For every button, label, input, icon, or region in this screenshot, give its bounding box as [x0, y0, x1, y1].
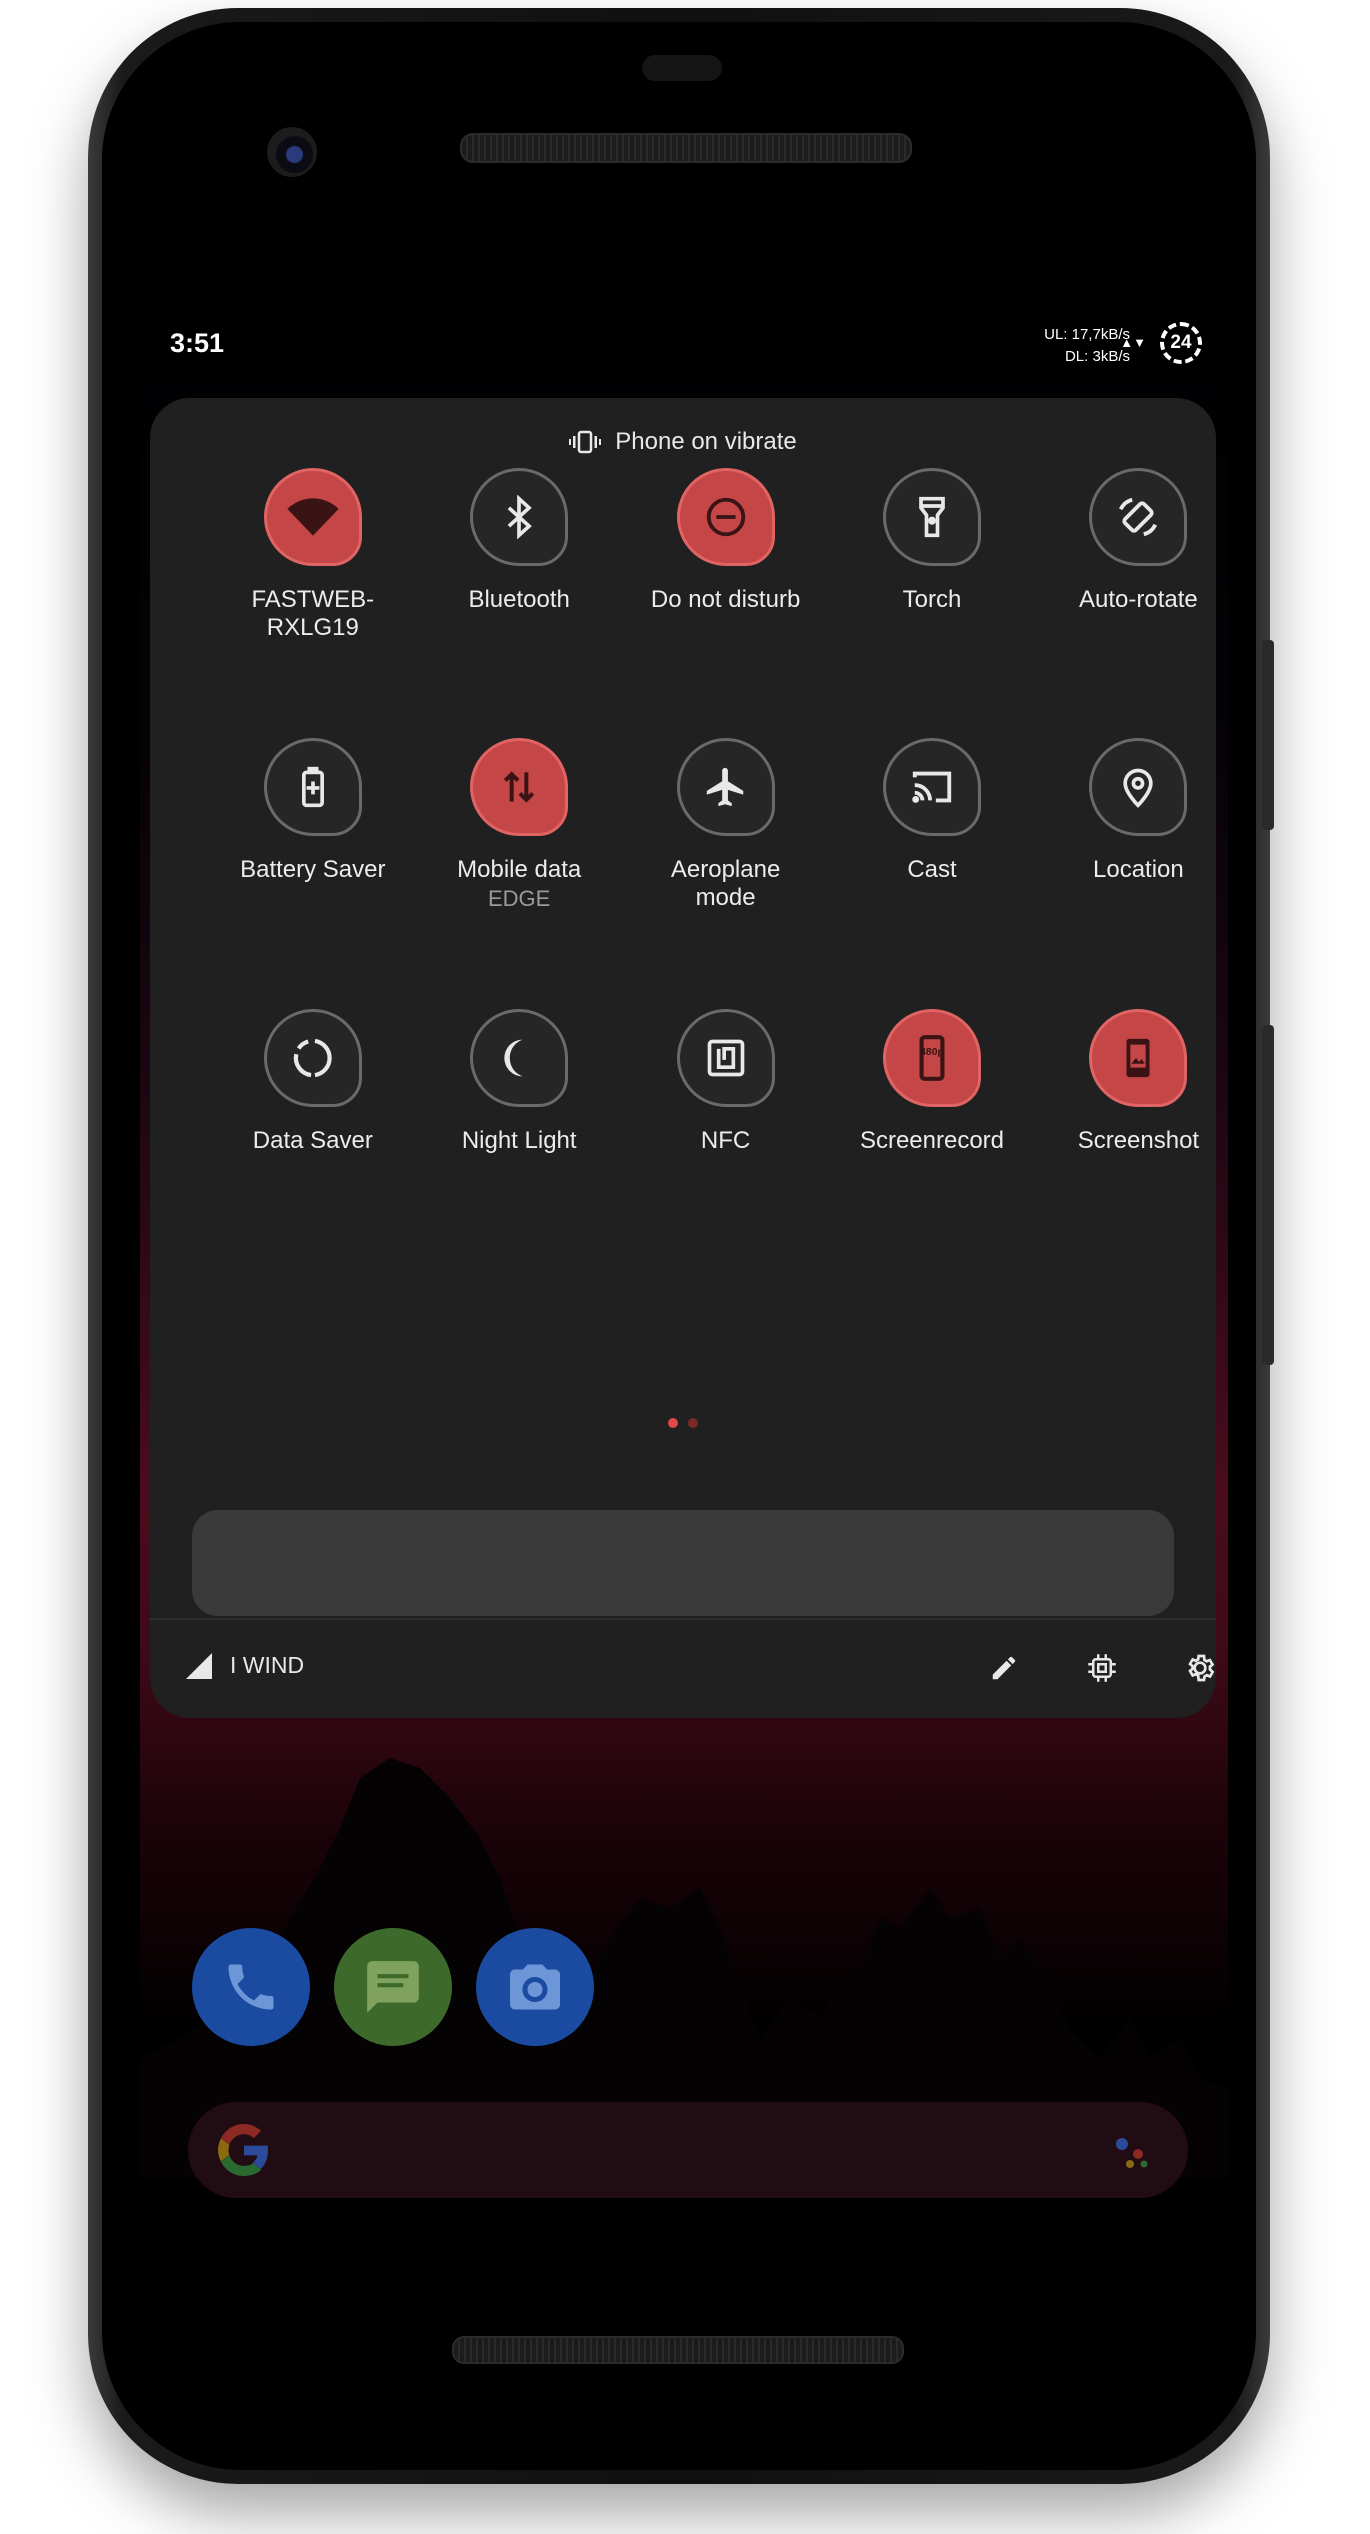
tile-screenrecord[interactable]: 480p Screenrecord [832, 1008, 1032, 1155]
carrier-label: I WIND [230, 1652, 305, 1678]
tile-battery-saver[interactable]: Battery Saver [213, 738, 413, 884]
tile-do-not-disturb[interactable]: Do not disturb [626, 468, 826, 614]
tile-label: Aeroplane mode [670, 856, 781, 912]
data-saver-toggle[interactable] [263, 1008, 362, 1107]
airplane-toggle[interactable] [676, 738, 775, 837]
volume-button [1262, 1025, 1274, 1365]
tile-label: Night Light [461, 1126, 577, 1154]
upload-speed: UL: 17,7kB/s [1044, 326, 1130, 343]
tile-label: Battery Saver [240, 856, 386, 884]
svg-text:480p: 480p [920, 1047, 944, 1058]
tile-label: Cast [907, 856, 957, 884]
footer-divider [150, 1618, 1216, 1620]
bluetooth-toggle[interactable] [470, 468, 569, 566]
nfc-icon [704, 1036, 748, 1080]
tile-nfc[interactable]: NFC [626, 1008, 826, 1155]
panel-footer: I WIND [150, 1618, 1216, 1718]
battery-indicator: 24 [1160, 322, 1202, 364]
screenshot-icon [1115, 1035, 1161, 1081]
tile-sublabel: EDGE [488, 886, 551, 912]
tile-label: Do not disturb [650, 586, 801, 613]
night-light-icon [497, 1036, 541, 1080]
tile-mobile-data[interactable]: Mobile data EDGE [419, 738, 619, 914]
tile-label: FASTWEB- RXLG19 [251, 586, 375, 641]
bottom-speaker [452, 2336, 904, 2364]
search-bar[interactable] [188, 2102, 1188, 2198]
google-logo-icon [218, 2124, 270, 2185]
ringer-mode[interactable]: Phone on vibrate [150, 428, 1216, 456]
camera-app-icon[interactable] [476, 1928, 594, 2046]
page-indicator [150, 1418, 1216, 1428]
torch-toggle[interactable] [883, 468, 981, 566]
tile-label: Bluetooth [468, 586, 570, 613]
wifi-toggle[interactable] [263, 468, 362, 566]
network-speed: UL: 17,7kB/s DL: 3kB/s [1044, 324, 1130, 368]
download-speed: DL: 3kB/s [1064, 348, 1130, 365]
wifi-icon [285, 489, 341, 545]
screenshot-toggle[interactable] [1089, 1008, 1188, 1107]
tile-torch[interactable]: Torch [832, 468, 1032, 614]
edit-icon[interactable] [982, 1646, 1026, 1690]
carrier-info[interactable]: I WIND [186, 1652, 304, 1679]
tile-label: Screenrecord [859, 1126, 1005, 1154]
tile-label: Data Saver [252, 1126, 373, 1154]
nfc-toggle[interactable] [676, 1008, 775, 1107]
mobile-data-icon [497, 765, 541, 809]
tile-screenshot[interactable]: Screenshot [1038, 1008, 1216, 1155]
do-not-disturb-toggle[interactable] [676, 468, 775, 566]
page-dot-2[interactable] [688, 1418, 698, 1428]
front-camera [267, 127, 317, 177]
airplane-icon [703, 764, 749, 810]
bluetooth-icon [497, 495, 541, 539]
tile-night-light[interactable]: Night Light [419, 1008, 619, 1155]
tile-label: Mobile data [457, 856, 582, 884]
phone-app-icon[interactable] [192, 1928, 310, 2046]
clock: 3:51 [170, 328, 225, 358]
tile-label: Auto-rotate [1079, 586, 1198, 613]
settings-icon[interactable] [1178, 1646, 1216, 1690]
status-bar: 3:51 UL: 17,7kB/s DL: 3kB/s ▲▼ 24 [140, 298, 1228, 398]
brightness-slider[interactable] [192, 1510, 1174, 1616]
screenrecord-icon: 480p [907, 1033, 957, 1083]
tile-auto-rotate[interactable]: Auto-rotate [1038, 468, 1216, 614]
tile-label: NFC [700, 1126, 751, 1154]
location-icon [1116, 765, 1160, 809]
tile-location[interactable]: Location [1038, 738, 1216, 884]
location-toggle[interactable] [1089, 738, 1188, 837]
torch-icon [910, 495, 954, 539]
auto-rotate-icon [1115, 494, 1161, 540]
tile-airplane[interactable]: Aeroplane mode [626, 738, 826, 912]
network-activity-icon: ▲▼ [1120, 335, 1146, 350]
screen: 3:51 UL: 17,7kB/s DL: 3kB/s ▲▼ 24 Phone … [140, 298, 1228, 2222]
tile-label: Torch [902, 586, 962, 613]
tile-bluetooth[interactable]: Bluetooth [419, 468, 619, 614]
ringer-label: Phone on vibrate [615, 428, 797, 455]
tile-label: Location [1093, 856, 1184, 884]
night-light-toggle[interactable] [470, 1008, 569, 1107]
tile-wifi[interactable]: FASTWEB- RXLG19 [213, 468, 413, 642]
signal-icon [186, 1652, 212, 1679]
power-button [1262, 640, 1274, 830]
proximity-sensor [642, 55, 722, 81]
cast-toggle[interactable] [883, 738, 981, 837]
tile-cast[interactable]: Cast [832, 738, 1032, 884]
mobile-data-toggle[interactable] [470, 738, 569, 837]
auto-rotate-toggle[interactable] [1089, 468, 1188, 566]
battery-saver-toggle[interactable] [263, 738, 362, 837]
cast-icon [909, 764, 955, 810]
quick-settings-panel: Phone on vibrate FASTWEB- RXLG19 Bluetoot… [150, 398, 1216, 1718]
do-not-disturb-icon [703, 494, 749, 540]
assistant-icon[interactable] [1112, 2132, 1152, 2172]
cpu-icon[interactable] [1080, 1646, 1124, 1690]
tile-label: Screenshot [1077, 1126, 1200, 1154]
data-saver-icon [290, 1035, 336, 1081]
messages-app-icon[interactable] [334, 1928, 452, 2046]
screenrecord-toggle[interactable]: 480p [883, 1008, 981, 1107]
tile-data-saver[interactable]: Data Saver [213, 1008, 413, 1155]
earpiece-speaker [460, 133, 912, 163]
vibrate-icon [569, 430, 602, 454]
page-dot-1[interactable] [668, 1418, 678, 1428]
battery-saver-icon [291, 765, 335, 809]
